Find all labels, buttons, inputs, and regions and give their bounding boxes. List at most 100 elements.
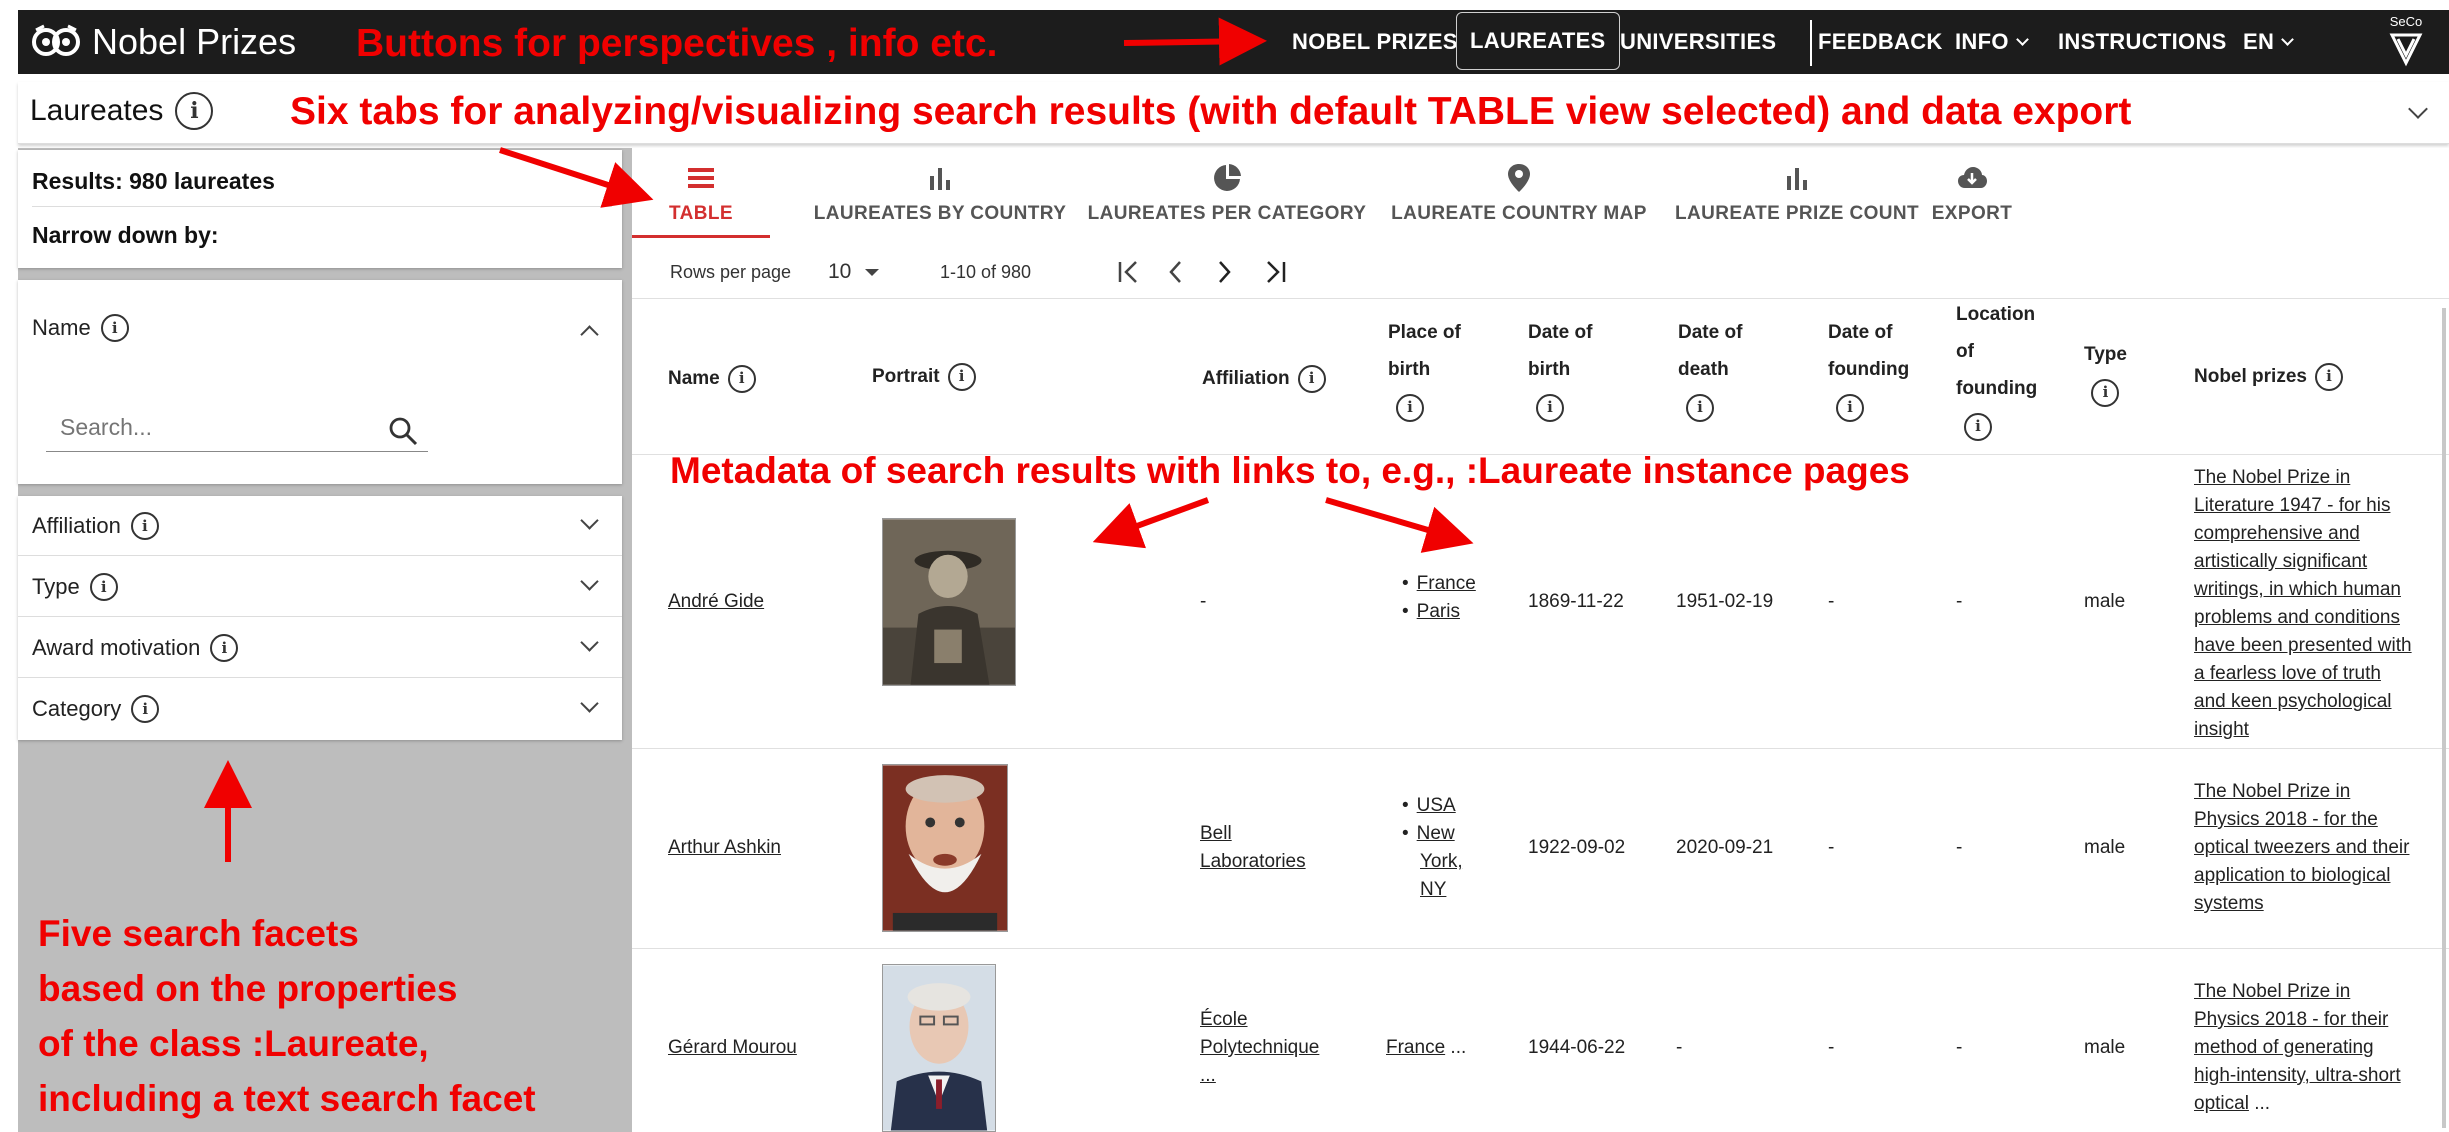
prize-line: The Nobel Prize in [2194,781,2351,802]
facet-affiliation[interactable]: Affiliation i [18,496,622,556]
tab-laureates-per-category[interactable]: LAUREATES PER CATEGORY [1062,148,1392,238]
search-icon[interactable] [388,416,418,446]
nav-laureates[interactable]: LAUREATES [1456,12,1620,70]
seco-logo-icon [2389,33,2423,67]
info-icon[interactable]: i [100,314,129,342]
chevron-down-icon[interactable] [580,511,599,530]
column-header-date-of-founding[interactable]: Date of founding i [1828,314,1909,425]
type-cell: male [2084,837,2126,858]
tab-table[interactable]: TABLE [632,148,770,238]
affiliation-link[interactable]: École Polytechnique ... [1200,1006,1319,1090]
name-search-input[interactable] [46,406,366,448]
laureate-name-link[interactable]: Arthur Ashkin [668,834,781,862]
name-facet-header[interactable]: Name i [32,314,129,342]
info-icon[interactable]: i [727,364,756,393]
seco-logo[interactable]: SeCo [2382,14,2430,70]
city-link[interactable]: New York, NY [1402,823,1463,900]
facet-award-motivation[interactable]: Award motivation i [18,618,622,678]
brand-title: Nobel Prizes [92,21,297,62]
previous-page-icon[interactable] [1164,258,1188,286]
column-header-location-of-founding[interactable]: Location of founding i [1956,296,2037,444]
column-header-date-of-death[interactable]: Date of death i [1678,314,1742,425]
annotation-facets: Five search facets based on the properti… [38,906,536,1126]
info-icon[interactable]: i [1836,393,1864,422]
affiliation-link[interactable]: Bell Laboratories [1200,820,1306,876]
chevron-down-icon[interactable] [580,633,599,652]
nobel-prize-link[interactable]: The Nobel Prize in Literature 1947 - for… [2194,464,2444,744]
info-icon[interactable]: i [1536,393,1564,422]
nav-feedback[interactable]: FEEDBACK [1818,26,1943,58]
laureate-name-link[interactable]: André Gide [668,588,764,616]
country-link[interactable]: USA [1417,795,1456,816]
header-label: Date of [1828,322,1893,343]
tab-export[interactable]: EXPORT [1902,148,2042,238]
date-of-death-cell: 2020-09-21 [1676,837,1774,858]
tab-laureates-by-country[interactable]: LAUREATES BY COUNTRY [792,148,1088,238]
nobel-prize-link[interactable]: high-intensity, ultra-short [2194,1062,2444,1090]
nav-separator [1810,20,1812,66]
info-icon[interactable]: i [1297,364,1326,393]
info-icon[interactable]: i [130,511,159,540]
annotation-line: of the class :Laureate, [38,1023,429,1064]
info-icon[interactable]: i [2091,378,2120,407]
date-of-death-cell: 1951-02-19 [1676,591,1774,612]
annotation-line: including a text search facet [38,1078,536,1119]
first-page-icon[interactable] [1114,258,1144,286]
info-icon[interactable]: i [131,695,160,723]
nav-language[interactable]: EN [2243,26,2295,58]
column-header-type[interactable]: Type i [2084,336,2127,410]
info-icon[interactable]: i [947,362,976,391]
annotation-line: based on the properties [38,968,458,1009]
column-header-name[interactable]: Name i [668,360,756,397]
info-icon[interactable]: i [89,572,118,601]
tab-laureate-country-map[interactable]: LAUREATE COUNTRY MAP [1354,148,1684,238]
last-page-icon[interactable] [1260,258,1290,286]
country-link[interactable]: France [1386,1037,1445,1058]
scrollbar[interactable] [2442,308,2446,1128]
info-icon[interactable]: i [210,633,239,662]
column-header-portrait[interactable]: Portrait i [872,358,976,395]
info-icon[interactable]: i [1964,412,1992,441]
next-page-icon[interactable] [1212,258,1236,286]
column-header-affiliation[interactable]: Affiliation i [1202,360,1326,397]
cloud-download-icon [1958,167,1987,188]
nobel-prize-link[interactable]: The Nobel Prize in Physics 2018 - for th… [2194,778,2444,918]
nav-universities[interactable]: UNIVERSITIES [1620,26,1776,58]
facet-category[interactable]: Category i [18,679,622,739]
header-label: Nobel prizes [2194,366,2307,387]
nobel-prize-link[interactable]: optical [2194,1093,2249,1114]
country-link[interactable]: France [1417,573,1476,594]
city-link[interactable]: Paris [1417,601,1460,622]
header-label: death [1678,359,1729,380]
chevron-down-icon[interactable] [580,572,599,591]
portrait-image [882,518,1016,686]
nobel-prize-link[interactable]: method of generating [2194,1034,2444,1062]
info-icon[interactable]: i [175,92,214,130]
seco-logo-text: SeCo [2389,14,2423,29]
column-header-place-of-birth[interactable]: Place of birth i [1388,314,1461,425]
chevron-down-icon[interactable] [580,694,599,713]
info-icon[interactable]: i [1686,393,1714,422]
chevron-down-icon[interactable] [2408,99,2428,119]
column-header-date-of-birth[interactable]: Date of birth i [1528,314,1592,425]
info-icon[interactable]: i [2314,362,2343,391]
column-header-nobel-prizes[interactable]: Nobel prizes i [2194,358,2343,395]
bar-chart-icon [930,168,950,190]
nobel-prize-link[interactable]: Physics 2018 - for their [2194,1006,2444,1034]
affiliation-line: Laboratories [1200,851,1306,872]
facet-label: Affiliation [32,512,121,538]
info-icon[interactable]: i [1396,393,1424,422]
nav-instructions[interactable]: INSTRUCTIONS [2058,26,2227,58]
chevron-up-icon[interactable] [580,325,599,344]
list-icon [688,168,714,188]
nobel-prize-link[interactable]: The Nobel Prize in [2194,978,2444,1006]
facet-type[interactable]: Type i [18,557,622,617]
tab-label: LAUREATES BY COUNTRY [813,203,1067,224]
nav-info[interactable]: INFO [1955,26,2029,58]
nav-nobel-prizes[interactable]: NOBEL PRIZES [1292,26,1458,58]
laureate-name-link[interactable]: Gérard Mourou [668,1034,797,1062]
rows-per-page-select[interactable]: 10 [828,252,880,292]
name-search-field[interactable] [46,406,428,452]
date-of-birth-cell: 1869-11-22 [1528,591,1624,612]
brand[interactable]: Nobel Prizes [32,20,296,64]
